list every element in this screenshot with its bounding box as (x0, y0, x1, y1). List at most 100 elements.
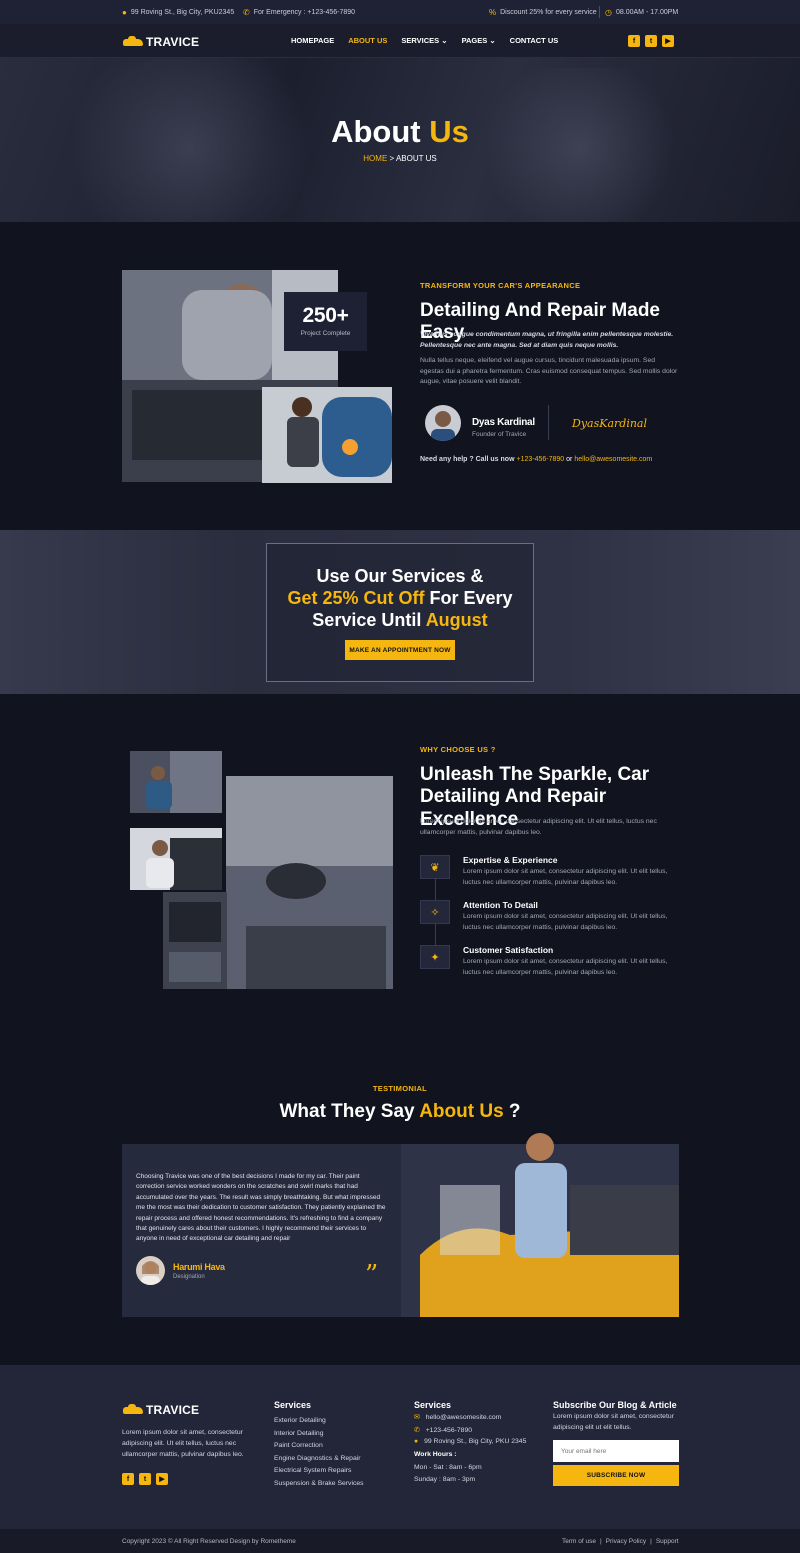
footer-link[interactable]: Exterior Detailing (274, 1415, 364, 1428)
nav-pages[interactable]: PAGES ⌄ (462, 36, 496, 45)
about-lead: Vivamus congue condimentum magna, ut fri… (420, 331, 674, 349)
feature-title: Expertise & Experience (463, 855, 558, 865)
brand-logo[interactable]: TRAVICE (123, 35, 199, 49)
nav-contact-us[interactable]: CONTACT US (510, 36, 559, 45)
emergency-info: ✆ For Emergency : +123-456-7890 (243, 8, 355, 17)
top-bar: ● 99 Roving St., Big City, PKU2345 ✆ For… (0, 0, 800, 24)
footer-social: f t ▶ (122, 1473, 168, 1485)
promo-line-1: Use Our Services & (316, 566, 484, 586)
hours-info: ◷ 08.00AM - 17.00PM (605, 8, 678, 17)
reviewer-avatar (136, 1256, 165, 1285)
youtube-icon[interactable]: ▶ (662, 35, 674, 47)
nav-about-us[interactable]: ABOUT US (348, 36, 387, 45)
nav-services-label: SERVICES (401, 36, 440, 45)
separator: | (650, 1538, 652, 1545)
why-body: Lorem ipsum dolor sit amet, consectetur … (420, 818, 657, 836)
phone-icon: ✆ (414, 1426, 420, 1434)
brand-name: TRAVICE (146, 35, 200, 49)
help-text: Need any help ? Call us now (420, 456, 515, 463)
mail-icon: ✉ (414, 1414, 420, 1421)
footer-link[interactable]: Paint Correction (274, 1440, 364, 1453)
engine-photo (163, 892, 227, 989)
nav-homepage[interactable]: HOMEPAGE (291, 36, 334, 45)
twitter-icon[interactable]: t (139, 1473, 151, 1485)
footer-contact-list: ✉ hello@awesomesite.com ✆ +123-456-7890 ● 9… (414, 1412, 529, 1487)
promo-line-2-rest: For Every (429, 587, 513, 608)
footer-hours-line: Sunday : 8am - 3pm (414, 1476, 476, 1484)
footer-logo[interactable]: TRAVICE (123, 1403, 199, 1417)
car-logo-icon (123, 1403, 143, 1414)
footer-email[interactable]: hello@awesomesite.com (426, 1412, 502, 1425)
nav-services[interactable]: SERVICES ⌄ (401, 36, 447, 45)
feature-title: Customer Satisfaction (463, 945, 554, 955)
separator: | (599, 1538, 602, 1545)
terms-link[interactable]: Term of use (562, 1538, 596, 1545)
privacy-link[interactable]: Privacy Policy (606, 1538, 646, 1545)
footer-brand-name: TRAVICE (146, 1403, 200, 1417)
help-or: or (566, 456, 573, 463)
footer-services-title: Services (274, 1400, 312, 1410)
youtube-icon[interactable]: ▶ (156, 1473, 168, 1485)
promo-box: Use Our Services & Get 25% Cut Off For E… (266, 543, 534, 682)
facebook-icon[interactable]: f (122, 1473, 134, 1485)
mechanic-detailing-photo (262, 387, 392, 483)
main-nav: TRAVICE HOMEPAGE ABOUT US SERVICES ⌄ PAG… (0, 24, 800, 58)
promo-line-2: Get 25% Cut Off For Every (267, 588, 533, 610)
emergency-text: For Emergency : +123-456-7890 (253, 9, 356, 16)
stat-label: Project Complete (300, 330, 351, 337)
footer-link[interactable]: Electrical System Repairs (274, 1465, 364, 1478)
subscribe-button[interactable]: SUBSCRIBE NOW (553, 1465, 679, 1486)
reviewer-name: Harumi Hava (173, 1262, 225, 1272)
promo-line-3-rest: Service Until (312, 609, 422, 630)
feature-text: Lorem ipsum dolor sit amet, consectetur … (463, 868, 668, 886)
footer-link[interactable]: Interior Detailing (274, 1428, 364, 1441)
footer-phone-row: ✆ +123-456-7890 (414, 1425, 529, 1438)
breadcrumb-home[interactable]: HOME (363, 154, 387, 163)
hand-star-icon: ✦ (420, 945, 450, 969)
breadcrumb-current: > ABOUT US (389, 154, 437, 163)
divider (548, 405, 549, 440)
about-body: Nulla tellus neque, eleifend vel augue c… (420, 357, 678, 386)
footer-subscribe-text: Lorem ipsum dolor sit amet, consectetur … (553, 1413, 674, 1431)
promo-line-3: Service Until August (267, 610, 533, 632)
footer-subscribe-title: Subscribe Our Blog & Article (553, 1400, 677, 1410)
address-info: ● 99 Roving St., Big City, PKU2345 (122, 8, 234, 17)
testimonial-heading: What They Say About Us ? (0, 1101, 800, 1123)
footer-link[interactable]: Engine Diagnostics & Repair (274, 1453, 364, 1466)
divider (599, 6, 600, 18)
footer-link[interactable]: Suspension & Brake Services (274, 1478, 364, 1491)
help-email-link[interactable]: hello@awesomesite.com (574, 456, 652, 463)
discount-text: Discount 25% for every service (500, 9, 597, 16)
car-logo-icon (123, 35, 143, 46)
appointment-button[interactable]: MAKE AN APPOINTMENT NOW (345, 640, 455, 660)
location-pin-icon: ● (414, 1438, 419, 1446)
testimonial-heading-accent: About Us (419, 1101, 504, 1122)
help-phone-link[interactable]: +123-456-7890 (516, 456, 564, 463)
chevron-down-icon: ⌄ (441, 36, 448, 45)
copyright-text: Copyright 2023 © All Right Reserved Desi… (122, 1538, 296, 1545)
stat-number: 250+ (302, 304, 349, 327)
footer-email-row: ✉ hello@awesomesite.com (414, 1412, 529, 1425)
footer-phone[interactable]: +123-456-7890 (426, 1425, 472, 1438)
stat-card: 250+ Project Complete (284, 292, 367, 351)
page-title-accent: Us (429, 114, 469, 149)
footer-services-list: Exterior Detailing Interior Detailing Pa… (274, 1415, 364, 1490)
testimonial-heading-main: What They Say (279, 1101, 415, 1122)
detailing-photo-3 (226, 776, 393, 989)
feature-text: Lorem ipsum dolor sit amet, consectetur … (463, 913, 668, 931)
footer-address-row: ● 99 Roving St., Big City, PKU 2345 (414, 1437, 529, 1447)
laurel-icon: ❦ (420, 855, 450, 879)
page-hero: About Us HOME > ABOUT US (0, 58, 800, 222)
founder-name: Dyas Kardinal (472, 417, 535, 428)
support-link[interactable]: Support (656, 1538, 679, 1545)
newsletter-email-input[interactable] (553, 1440, 679, 1462)
twitter-icon[interactable]: t (645, 35, 657, 47)
testimonial-quote: Choosing Travice was one of the best dec… (136, 1173, 386, 1243)
discount-info: % Discount 25% for every service (489, 8, 597, 17)
footer-hours-title: Work Hours : (414, 1451, 457, 1459)
social-links: f t ▶ (628, 35, 674, 47)
facebook-icon[interactable]: f (628, 35, 640, 47)
reviewer-role: Designation (173, 1274, 205, 1280)
footer-address: 99 Roving St., Big City, PKU 2345 (424, 1438, 527, 1446)
hours-text: 08.00AM - 17.00PM (615, 9, 679, 16)
